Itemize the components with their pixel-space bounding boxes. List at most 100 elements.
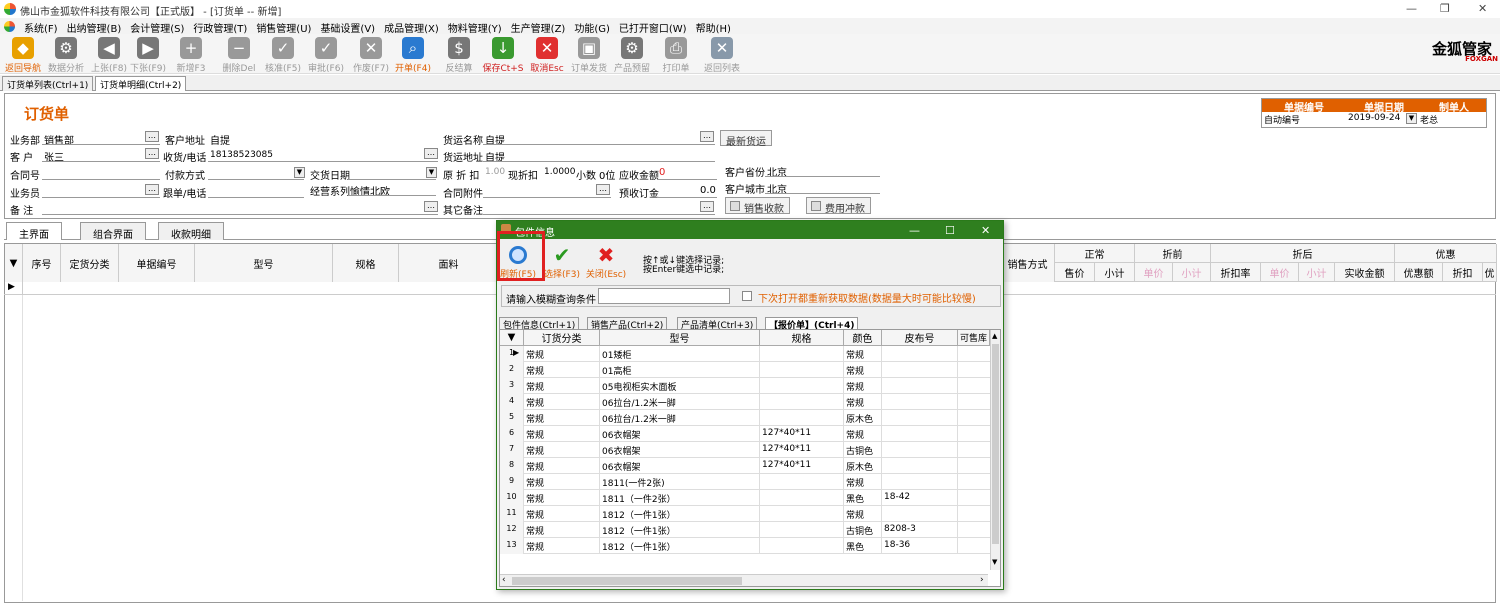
cancel-button[interactable]: ✕ 取消Esc xyxy=(526,34,568,74)
tab-main[interactable]: 主界面 xyxy=(6,222,62,241)
menu-item[interactable]: 会计管理(S) xyxy=(130,20,184,35)
table-row[interactable]: 8 常规 06衣帽架 127*40*11 原木色 xyxy=(500,458,990,474)
approve-button[interactable]: ✓ 核准(F5) xyxy=(262,34,304,74)
menu-item[interactable]: 基础设置(V) xyxy=(320,20,375,35)
col-stock[interactable]: 可售库 xyxy=(958,330,990,346)
other-lookup-button[interactable]: … xyxy=(700,201,714,212)
fee-offset-button[interactable]: 费用冲款 xyxy=(806,197,871,215)
grid-menu-icon[interactable]: ▼ xyxy=(500,330,524,346)
tab-order-detail[interactable]: 订货单明细(Ctrl+2) xyxy=(95,76,187,91)
col-subtotal[interactable]: 小计 xyxy=(1095,263,1135,282)
unsettle-button[interactable]: $ 反结算 xyxy=(438,34,480,74)
ship-name-lookup-button[interactable]: … xyxy=(700,131,714,142)
dialog-close-icon[interactable]: ✕ xyxy=(981,224,990,237)
pay-dropdown-icon[interactable]: ▼ xyxy=(294,167,305,178)
scroll-up-icon[interactable]: ▲ xyxy=(992,332,997,340)
table-row[interactable]: 6 常规 06衣帽架 127*40*11 常规 xyxy=(500,426,990,442)
menu-item[interactable]: 销售管理(U) xyxy=(256,20,311,35)
phone-field[interactable]: 18138523085 xyxy=(210,150,273,160)
tab-combo[interactable]: 组合界面 xyxy=(80,222,146,241)
maximize-icon[interactable]: ❐ xyxy=(1440,2,1450,15)
tab-receipts[interactable]: 收款明细 xyxy=(158,222,224,241)
tab-quotation[interactable]: 【报价单】(Ctrl+4) xyxy=(765,317,859,331)
grid-menu-icon[interactable]: ▼ xyxy=(5,244,23,282)
dept-lookup-button[interactable]: … xyxy=(145,131,159,142)
menu-item[interactable]: 帮助(H) xyxy=(696,20,731,35)
dec-field[interactable]: 0位 xyxy=(599,167,615,182)
prepay-field[interactable]: 0.0 xyxy=(700,185,716,196)
col-price[interactable]: 售价 xyxy=(1055,263,1095,282)
minimize-icon[interactable]: — xyxy=(1406,2,1417,15)
menu-item[interactable]: 生产管理(Z) xyxy=(511,20,566,35)
col-seq[interactable]: 序号 xyxy=(23,244,61,282)
date-dropdown-icon[interactable]: ▼ xyxy=(426,167,437,178)
new-button[interactable]: + 新增F3 xyxy=(170,34,212,74)
hscroll-thumb[interactable] xyxy=(512,577,742,585)
scroll-right-icon[interactable]: › xyxy=(980,575,984,585)
col-order-category[interactable]: 订货分类 xyxy=(524,330,600,346)
tab-sales-products[interactable]: 销售产品(Ctrl+2) xyxy=(587,317,668,331)
table-row[interactable]: 10 常规 1811（一件2张） 黑色 18-42 xyxy=(500,490,990,506)
save-button[interactable]: ↓ 保存Ct+S xyxy=(482,34,524,74)
col-sales-mode[interactable]: 销售方式 xyxy=(1001,244,1055,282)
col-doc-no[interactable]: 单据编号 xyxy=(119,244,195,282)
sales-recv-button[interactable]: 销售收款 xyxy=(725,197,790,215)
refresh-button[interactable]: 刷新(F5) xyxy=(497,243,539,281)
horizontal-scrollbar[interactable]: ‹ › xyxy=(500,574,988,586)
col-disc-rate[interactable]: 折扣率 xyxy=(1211,263,1261,282)
col-after-subtotal[interactable]: 小计 xyxy=(1299,263,1335,282)
table-row[interactable]: 2 常规 01高柜 常规 xyxy=(500,362,990,378)
doc-date-dropdown-icon[interactable]: ▼ xyxy=(1406,113,1417,124)
doc-date-value[interactable]: 2019-09-24 xyxy=(1348,113,1400,123)
col-model[interactable]: 型号 xyxy=(600,330,760,346)
print-button[interactable]: ⎙ 打印单 xyxy=(656,34,696,74)
open-order-button[interactable]: ⌕ 开单(F4) xyxy=(392,34,434,74)
menu-item[interactable]: 出纳管理(B) xyxy=(67,20,122,35)
col-actual[interactable]: 实收金额 xyxy=(1335,263,1395,282)
menu-item[interactable]: 系统(F) xyxy=(24,20,58,35)
latest-ship-button[interactable]: 最新货运 xyxy=(720,130,772,148)
tab-package-info[interactable]: 包件信息(Ctrl+1) xyxy=(499,317,580,331)
col-promo-more[interactable]: 优 xyxy=(1483,263,1497,282)
col-model[interactable]: 型号 xyxy=(195,244,333,282)
col-promo-disc[interactable]: 折扣 xyxy=(1443,263,1483,282)
col-spec[interactable]: 规格 xyxy=(333,244,399,282)
addr-field[interactable]: 自提 xyxy=(210,132,230,147)
table-row[interactable]: 3 常规 05电视柜实木面板 常规 xyxy=(500,378,990,394)
table-row[interactable]: 4 常规 06拉台/1.2米一脚 常规 xyxy=(500,394,990,410)
phone-lookup-button[interactable]: … xyxy=(424,148,438,159)
vertical-scrollbar[interactable]: ▲ ▼ xyxy=(990,330,1000,570)
scroll-left-icon[interactable]: ‹ xyxy=(502,575,506,585)
prev-button[interactable]: ◀ 上张(F8) xyxy=(90,34,128,74)
tab-product-list[interactable]: 产品清单(Ctrl+3) xyxy=(677,317,758,331)
menu-item[interactable]: 物料管理(Y) xyxy=(448,20,502,35)
menu-item[interactable]: 已打开窗口(W) xyxy=(619,20,687,35)
select-button[interactable]: ✔ 选择(F3) xyxy=(541,243,583,281)
col-after-price[interactable]: 单价 xyxy=(1261,263,1299,282)
table-row[interactable]: 7 常规 06衣帽架 127*40*11 古铜色 xyxy=(500,442,990,458)
delete-button[interactable]: − 删除Del xyxy=(218,34,260,74)
cur-disc-field[interactable]: 1.0000 xyxy=(544,167,576,177)
col-spec[interactable]: 规格 xyxy=(760,330,844,346)
menu-item[interactable]: 行政管理(T) xyxy=(193,20,247,35)
scroll-down-icon[interactable]: ▼ xyxy=(992,558,997,566)
refetch-checkbox[interactable] xyxy=(742,291,752,301)
col-category[interactable]: 定货分类 xyxy=(61,244,119,282)
col-before-subtotal[interactable]: 小计 xyxy=(1173,263,1211,282)
table-row[interactable]: 13 常规 1812（一件1张） 黑色 18-36 xyxy=(500,538,990,554)
table-row[interactable]: 11 常规 1812（一件1张） 常规 xyxy=(500,506,990,522)
col-fabric-no[interactable]: 皮布号 xyxy=(882,330,958,346)
col-color[interactable]: 颜色 xyxy=(844,330,882,346)
reserve-button[interactable]: ⚙ 产品预留 xyxy=(610,34,654,74)
search-input[interactable] xyxy=(598,288,730,304)
tab-order-list[interactable]: 订货单列表(Ctrl+1) xyxy=(2,76,94,91)
next-button[interactable]: ▶ 下张(F9) xyxy=(128,34,168,74)
table-row[interactable]: 1 常规 01矮柜 常规 ▶ xyxy=(500,346,990,362)
table-row[interactable]: 9 常规 1811(一件2张) 常规 xyxy=(500,474,990,490)
audit-button[interactable]: ✓ 审批(F6) xyxy=(305,34,347,74)
col-before-price[interactable]: 单价 xyxy=(1135,263,1173,282)
attach-lookup-button[interactable]: … xyxy=(596,184,610,195)
scroll-thumb[interactable] xyxy=(992,344,999,544)
menu-item[interactable]: 成品管理(X) xyxy=(384,20,439,35)
note-lookup-button[interactable]: … xyxy=(424,201,438,212)
